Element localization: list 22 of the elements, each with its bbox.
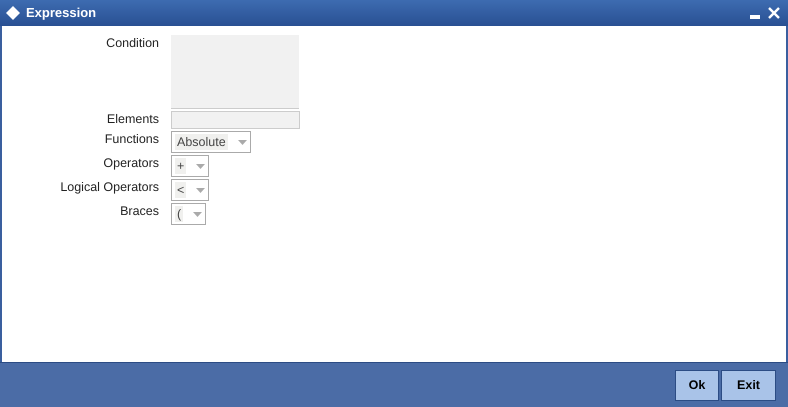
exit-button[interactable]: Exit bbox=[721, 370, 776, 400]
close-icon[interactable] bbox=[768, 7, 780, 19]
dropdown[interactable]: Absolute bbox=[171, 131, 251, 153]
field-label: Condition bbox=[105, 35, 160, 52]
caret-icon bbox=[196, 188, 206, 192]
dropdown[interactable]: ( bbox=[171, 203, 206, 225]
diamond-icon bbox=[6, 6, 20, 20]
field-label: Braces bbox=[119, 203, 160, 220]
caret-icon bbox=[238, 140, 247, 144]
caret-icon bbox=[193, 212, 202, 216]
field-label: Operators bbox=[102, 155, 160, 172]
window-title: Expression bbox=[26, 4, 96, 22]
input-field[interactable] bbox=[171, 111, 300, 129]
field-label: Logical Operators bbox=[59, 179, 160, 196]
field-label: Elements bbox=[106, 111, 160, 128]
ok-button[interactable]: Ok bbox=[675, 370, 719, 400]
caret-icon bbox=[196, 164, 206, 168]
field-label: Functions bbox=[104, 131, 160, 148]
minimize-icon[interactable] bbox=[750, 15, 760, 19]
dropdown[interactable]: + bbox=[171, 155, 210, 177]
dropdown[interactable]: < bbox=[171, 179, 210, 201]
condition-field[interactable] bbox=[171, 35, 299, 109]
